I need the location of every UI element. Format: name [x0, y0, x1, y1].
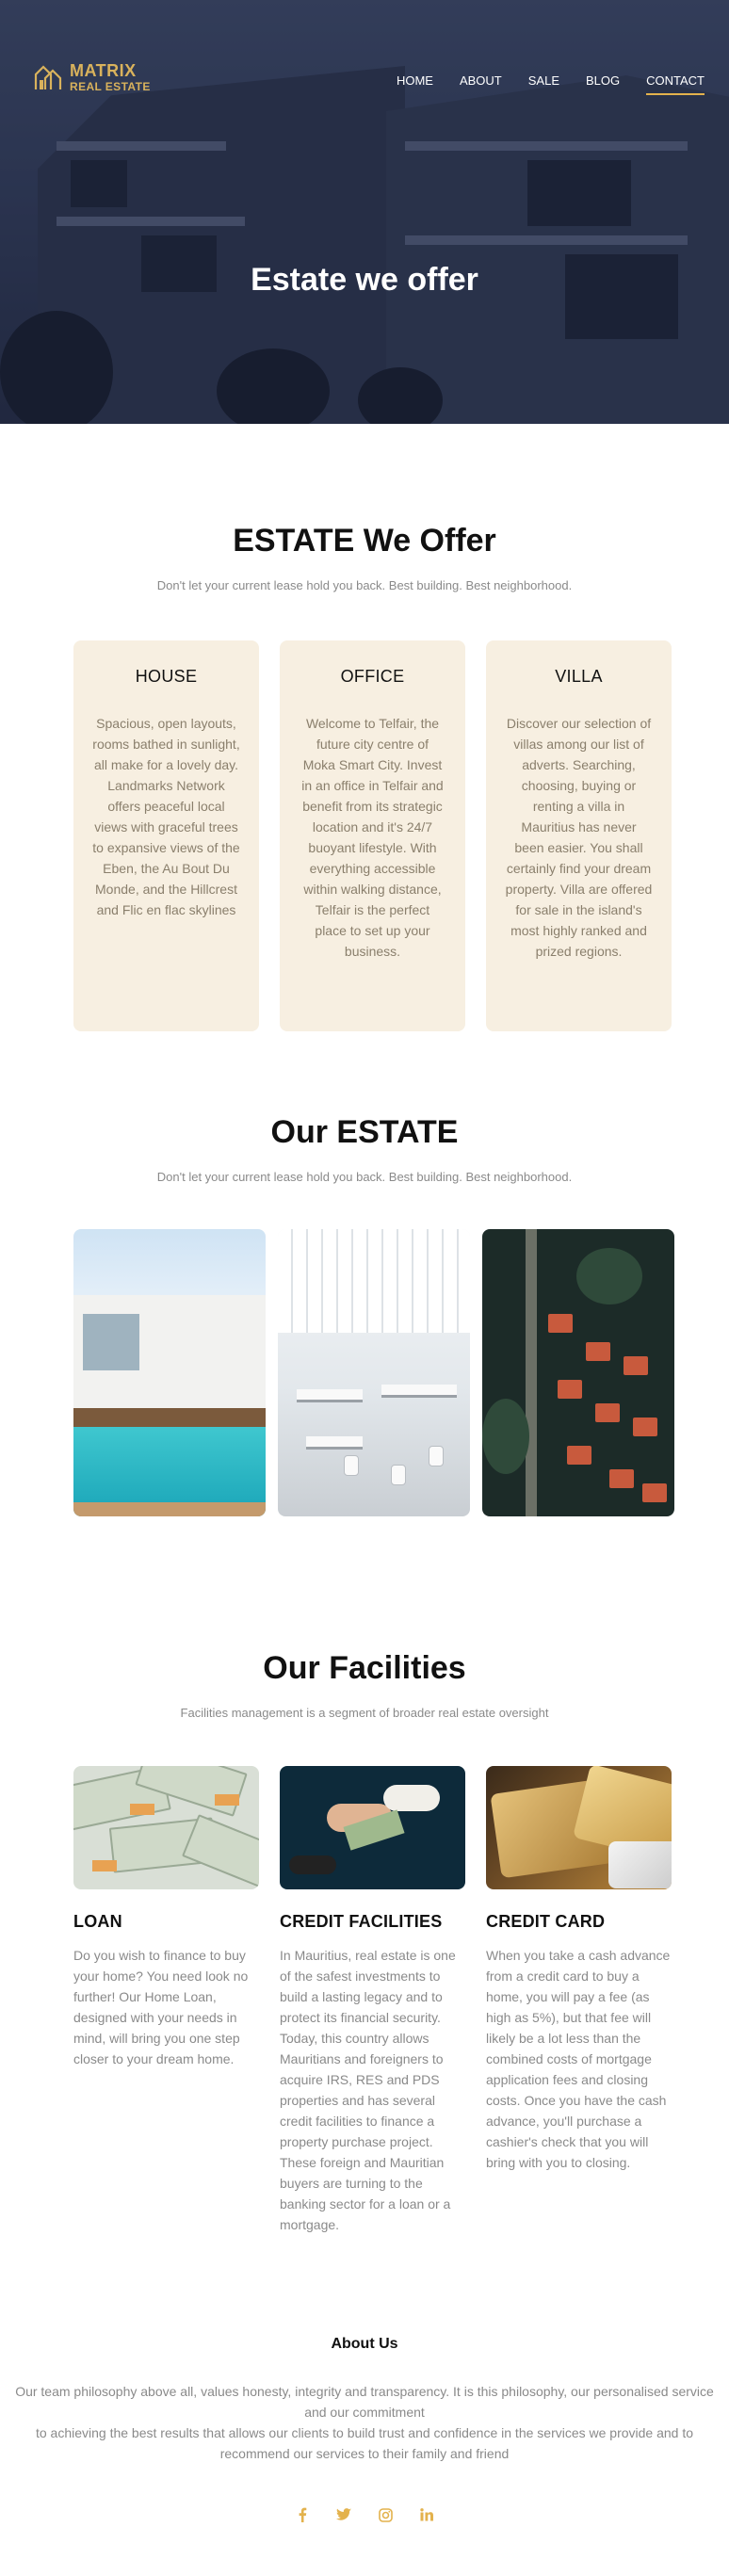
offer-card-house: HOUSE Spacious, open layouts, rooms bath… — [73, 640, 259, 1031]
estate-offer-section: ESTATE We Offer Don't let your current l… — [0, 523, 729, 1031]
offer-card-villa: VILLA Discover our selection of villas a… — [486, 640, 672, 1031]
card-title: OFFICE — [340, 667, 405, 686]
hero-title: Estate we offer — [251, 262, 478, 298]
nav-about[interactable]: ABOUT — [460, 73, 502, 95]
handshake-money-image — [280, 1766, 465, 1889]
house-logo-icon — [34, 65, 62, 89]
section-title: Our ESTATE — [270, 1114, 459, 1150]
brand-name: MATRIX — [70, 61, 137, 80]
nav-blog[interactable]: BLOG — [586, 73, 620, 95]
twitter-icon[interactable] — [336, 2507, 351, 2522]
brand-logo[interactable]: MATRIX REAL ESTATE — [34, 62, 151, 92]
brand-tagline: REAL ESTATE — [70, 80, 151, 93]
card-text: Spacious, open layouts, rooms bathed in … — [92, 716, 240, 917]
facility-loan: LOAN Do you wish to finance to buy your … — [73, 1766, 259, 2235]
credit-cards-image — [486, 1766, 672, 1889]
facility-text: In Mauritius, real estate is one of the … — [280, 1948, 456, 2232]
estate-gallery — [73, 1229, 674, 1516]
nav-sale[interactable]: SALE — [528, 73, 559, 95]
instagram-icon[interactable] — [378, 2507, 393, 2522]
villa-pool-image[interactable] — [73, 1229, 266, 1516]
about-text-line1: Our team philosophy above all, values ho… — [15, 2384, 714, 2420]
facility-columns: LOAN Do you wish to finance to buy your … — [73, 1766, 672, 2235]
facility-text: Do you wish to finance to buy your home?… — [73, 1948, 249, 2066]
nav-contact[interactable]: CONTACT — [646, 73, 705, 95]
card-text: Welcome to Telfair, the future city cent… — [301, 716, 444, 959]
money-image — [73, 1766, 259, 1889]
office-interior-image[interactable] — [278, 1229, 470, 1516]
about-text-line2: to achieving the best results that allow… — [35, 2425, 694, 2461]
card-title: VILLA — [555, 667, 603, 686]
about-section: About Us Our team philosophy above all, … — [0, 2336, 729, 2522]
about-title: About Us — [331, 2336, 398, 2352]
section-title: Our Facilities — [263, 1650, 466, 1686]
social-links — [0, 2507, 729, 2522]
facilities-section: Our Facilities Facilities management is … — [0, 1650, 729, 2232]
section-subtitle: Don't let your current lease hold you ba… — [156, 1170, 573, 1184]
about-text: Our team philosophy above all, values ho… — [0, 2381, 729, 2464]
facility-text: When you take a cash advance from a cred… — [486, 1948, 671, 2170]
facility-card: CREDIT CARD When you take a cash advance… — [486, 1766, 672, 2235]
facility-credit: CREDIT FACILITIES In Mauritius, real est… — [280, 1766, 465, 2235]
section-subtitle: Don't let your current lease hold you ba… — [156, 578, 573, 592]
main-nav: HOME ABOUT SALE BLOG CONTACT — [397, 73, 705, 95]
facility-title: LOAN — [73, 1912, 122, 1931]
card-title: HOUSE — [135, 667, 198, 686]
offer-card-office: OFFICE Welcome to Telfair, the future ci… — [280, 640, 465, 1031]
facility-title: CREDIT FACILITIES — [280, 1912, 443, 1931]
offer-cards: HOUSE Spacious, open layouts, rooms bath… — [73, 640, 672, 1031]
card-text: Discover our selection of villas among o… — [505, 716, 653, 959]
section-title: ESTATE We Offer — [233, 523, 496, 559]
hero-banner: MATRIX REAL ESTATE HOME ABOUT SALE BLOG … — [0, 0, 729, 424]
facebook-icon[interactable] — [295, 2507, 310, 2522]
aerial-houses-image[interactable] — [482, 1229, 674, 1516]
section-subtitle: Facilities management is a segment of br… — [180, 1706, 549, 1720]
nav-home[interactable]: HOME — [397, 73, 433, 95]
our-estate-section: Our ESTATE Don't let your current lease … — [0, 1114, 729, 1516]
facility-title: CREDIT CARD — [486, 1912, 606, 1931]
linkedin-icon[interactable] — [419, 2507, 434, 2522]
